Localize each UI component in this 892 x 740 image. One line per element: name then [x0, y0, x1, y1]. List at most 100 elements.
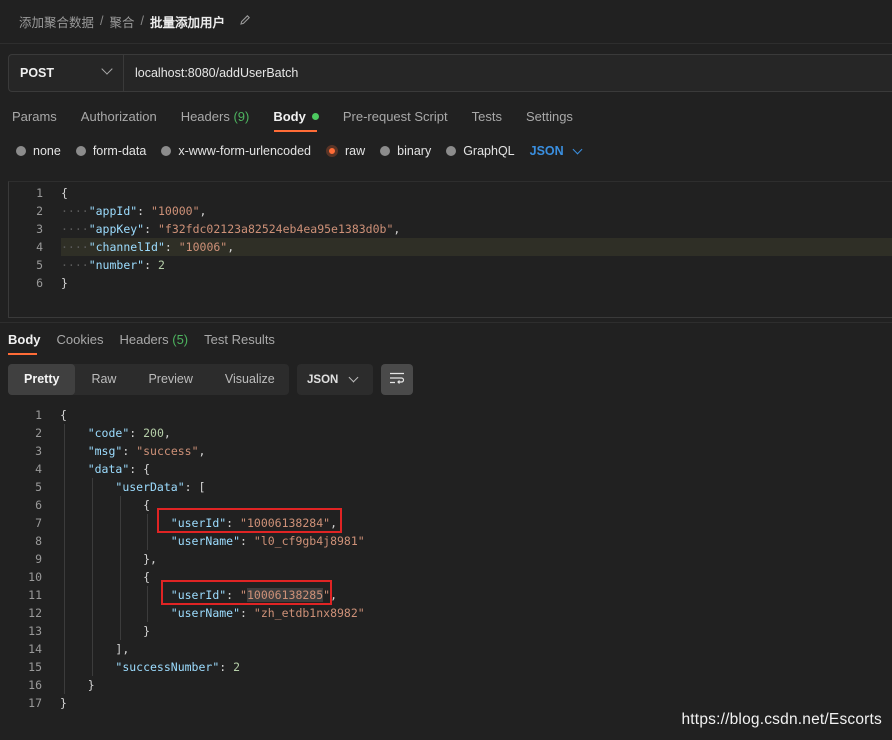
line-number: 10 [28, 570, 42, 584]
radio-binary[interactable]: binary [380, 144, 431, 158]
line-number: 5 [35, 480, 42, 494]
tab-pre-request-script[interactable]: Pre-request Script [343, 109, 448, 124]
watermark-text: https://blog.csdn.net/Escorts [681, 711, 882, 728]
line-number: 3 [35, 444, 42, 458]
response-format-select[interactable]: JSON [297, 364, 373, 395]
line-number: 16 [28, 678, 42, 692]
line-number: 6 [36, 276, 43, 290]
line-number: 6 [35, 498, 42, 512]
response-tab-headers[interactable]: Headers (5) [119, 332, 188, 347]
radio-raw[interactable]: raw [326, 144, 365, 158]
annotation-box [161, 580, 332, 605]
code-line: "userName": "zh_etdb1nx8982" [170, 606, 365, 620]
line-number: 9 [35, 552, 42, 566]
radio-circle-icon [161, 146, 172, 156]
code-line: ····"appKey": "f32fdc02123a82524eb4ea95e… [61, 222, 401, 236]
request-tabs: Params Authorization Headers (9) Body Pr… [12, 109, 597, 124]
view-raw[interactable]: Raw [75, 364, 132, 395]
tab-settings[interactable]: Settings [526, 109, 573, 124]
view-preview[interactable]: Preview [132, 364, 208, 395]
code-line: } [60, 696, 67, 710]
code-line: ····"number": 2 [61, 258, 165, 272]
breadcrumb-separator: / [100, 14, 104, 28]
radio-none[interactable]: none [16, 144, 61, 158]
breadcrumb-separator: / [140, 14, 144, 28]
breadcrumb-item[interactable]: 聚合 [110, 12, 135, 31]
annotation-box [157, 508, 342, 533]
code-line: { [60, 408, 67, 422]
radio-circle-icon [380, 146, 391, 156]
code-line: ····"appId": "10000", [61, 204, 207, 218]
line-number: 7 [35, 516, 42, 530]
code-line: { [143, 570, 151, 584]
response-tab-test-results[interactable]: Test Results [204, 332, 275, 347]
tab-authorization[interactable]: Authorization [81, 109, 157, 124]
code-line: ], [115, 642, 130, 656]
body-type-options: none form-data x-www-form-urlencoded raw… [16, 144, 583, 158]
code-line: { [61, 186, 68, 200]
tab-headers[interactable]: Headers (9) [181, 109, 250, 124]
code-line: }, [143, 552, 157, 566]
chevron-down-icon [348, 372, 359, 383]
line-number: 14 [28, 642, 42, 656]
line-number: 1 [35, 408, 42, 422]
response-divider [0, 322, 892, 323]
wrap-lines-button[interactable] [381, 364, 413, 395]
response-headers-count: (5) [172, 332, 189, 347]
radio-form-data[interactable]: form-data [75, 144, 146, 158]
code-line: } [87, 678, 95, 692]
code-line: "successNumber": 2 [115, 660, 241, 674]
line-number: 5 [36, 258, 43, 272]
breadcrumb: 添加聚合数据 / 聚合 / 批量添加用户 [19, 12, 251, 30]
view-visualize[interactable]: Visualize [209, 364, 291, 395]
line-number: 17 [28, 696, 42, 710]
headers-count: (9) [233, 109, 250, 124]
line-number: 8 [35, 534, 42, 548]
code-line: "msg": "success", [87, 444, 206, 458]
active-response-tab-indicator [8, 353, 37, 355]
view-mode-toggle: Pretty Raw Preview Visualize [8, 364, 289, 395]
code-line: } [61, 276, 68, 290]
tab-body[interactable]: Body [273, 109, 319, 124]
line-number: 15 [28, 660, 42, 674]
radio-graphql[interactable]: GraphQL [446, 144, 515, 158]
line-number: 11 [28, 588, 42, 602]
view-pretty[interactable]: Pretty [8, 364, 76, 395]
method-select[interactable]: POST [9, 55, 124, 91]
code-line: ····"channelId": "10006", [61, 240, 235, 254]
response-body-viewer[interactable]: 1 {2 "code": 200, 3 "msg": "success", 4 "da… [0, 406, 892, 716]
code-line: "userData": [ [115, 480, 206, 494]
line-number: 1 [36, 186, 43, 200]
body-language-select[interactable]: JSON [530, 144, 583, 158]
line-number: 3 [36, 222, 43, 236]
code-line: "code": 200, [87, 426, 171, 440]
pencil-icon[interactable] [239, 14, 251, 29]
request-body-editor[interactable]: 1 {2 ····"appId": "10000", 3 ····"appKey": "… [8, 181, 892, 318]
line-number: 4 [35, 462, 42, 476]
url-input[interactable]: localhost:8080/addUserBatch [124, 55, 298, 91]
header-divider [0, 43, 892, 44]
code-line: } [143, 624, 151, 638]
modified-dot-icon [311, 113, 319, 120]
radio-x-www-form-urlencoded[interactable]: x-www-form-urlencoded [161, 144, 311, 158]
request-name[interactable]: 批量添加用户 [150, 12, 225, 31]
active-tab-indicator [274, 130, 317, 132]
line-number: 13 [28, 624, 42, 638]
line-number: 4 [36, 240, 43, 254]
breadcrumb-item[interactable]: 添加聚合数据 [19, 12, 94, 31]
wrap-lines-icon [389, 372, 405, 387]
tab-params[interactable]: Params [12, 109, 57, 124]
line-number: 2 [36, 204, 43, 218]
code-line: { [143, 498, 151, 512]
line-number: 2 [35, 426, 42, 440]
method-label: POST [20, 66, 55, 80]
response-tab-cookies[interactable]: Cookies [57, 332, 104, 347]
radio-circle-icon [446, 146, 457, 156]
chevron-down-icon [572, 144, 583, 154]
code-line: "userName": "l0_cf9gb4j8981" [170, 534, 365, 548]
radio-circle-icon [16, 146, 26, 156]
line-number: 12 [28, 606, 42, 620]
radio-selected-icon [326, 145, 338, 157]
tab-tests[interactable]: Tests [472, 109, 502, 124]
response-tab-body[interactable]: Body [8, 332, 41, 347]
